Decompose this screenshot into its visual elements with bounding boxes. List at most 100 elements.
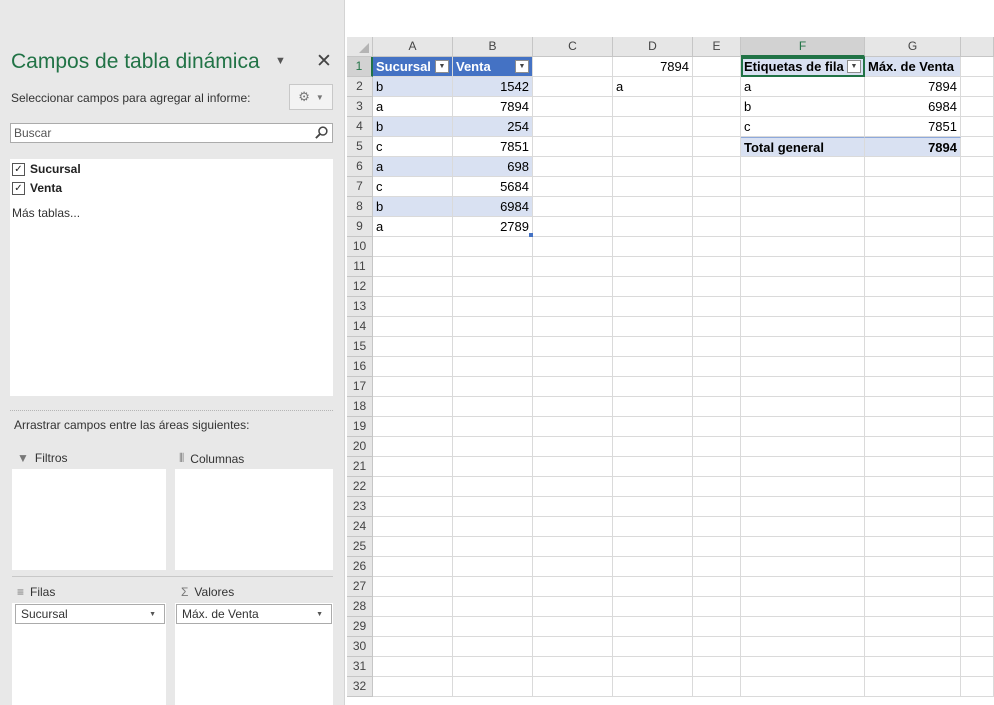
cell[interactable] (613, 317, 693, 337)
cell[interactable] (741, 557, 865, 577)
row-header-3[interactable]: 3 (347, 97, 373, 117)
cell[interactable] (865, 397, 961, 417)
cell[interactable] (741, 337, 865, 357)
cell[interactable] (741, 277, 865, 297)
table-cell[interactable]: a (373, 157, 453, 177)
cell[interactable] (453, 637, 533, 657)
cell[interactable] (693, 97, 741, 117)
more-tables-link[interactable]: Más tablas... (12, 206, 80, 220)
pivot-row-label[interactable]: b (741, 97, 865, 117)
cell[interactable] (373, 537, 453, 557)
cell[interactable] (533, 637, 613, 657)
cell[interactable] (961, 297, 994, 317)
worksheet[interactable]: A B C D E F G 1 Sucursal ▼ Venta ▼ 7894 Etiquetas de … (347, 37, 994, 705)
cell[interactable] (613, 237, 693, 257)
cell[interactable] (613, 617, 693, 637)
cell[interactable] (453, 377, 533, 397)
cell[interactable] (373, 297, 453, 317)
cell[interactable] (533, 617, 613, 637)
cell[interactable] (613, 537, 693, 557)
cell[interactable] (693, 257, 741, 277)
table-cell[interactable]: 1542 (453, 77, 533, 97)
cell[interactable] (741, 657, 865, 677)
pivot-row-value[interactable]: 7851 (865, 117, 961, 137)
search-input[interactable]: Buscar (10, 123, 333, 143)
pivot-row-value[interactable]: 6984 (865, 97, 961, 117)
cell[interactable] (453, 577, 533, 597)
cell[interactable] (741, 397, 865, 417)
row-header-2[interactable]: 2 (347, 77, 373, 97)
cell[interactable] (693, 617, 741, 637)
cell[interactable] (961, 117, 994, 137)
cell[interactable] (453, 317, 533, 337)
cell[interactable] (865, 157, 961, 177)
select-all-corner[interactable] (347, 37, 373, 57)
cell[interactable] (961, 617, 994, 637)
row-header-10[interactable]: 10 (347, 237, 373, 257)
cell[interactable] (693, 397, 741, 417)
cell[interactable] (533, 357, 613, 377)
cell[interactable] (613, 377, 693, 397)
cell[interactable] (865, 197, 961, 217)
pane-options-chevron-icon[interactable]: ▼ (275, 55, 286, 67)
cell[interactable] (961, 217, 994, 237)
cell[interactable] (693, 377, 741, 397)
cell[interactable] (613, 197, 693, 217)
cell[interactable] (373, 657, 453, 677)
cell[interactable] (373, 357, 453, 377)
cell[interactable] (693, 417, 741, 437)
cell[interactable] (865, 537, 961, 557)
cell[interactable] (613, 557, 693, 577)
cell[interactable] (693, 537, 741, 557)
field-sucursal[interactable]: ✓ Sucursal (12, 162, 81, 176)
cell[interactable] (865, 337, 961, 357)
row-header-17[interactable]: 17 (347, 377, 373, 397)
table-resize-handle[interactable] (529, 233, 533, 237)
cell[interactable] (961, 537, 994, 557)
cell[interactable] (533, 77, 613, 97)
pivot-grand-total-label[interactable]: Total general (741, 137, 865, 157)
cell[interactable] (961, 137, 994, 157)
row-header-5[interactable]: 5 (347, 137, 373, 157)
cell[interactable] (865, 277, 961, 297)
cell[interactable] (613, 517, 693, 537)
checkbox-checked-icon[interactable]: ✓ (12, 181, 25, 195)
cell[interactable] (693, 157, 741, 177)
cell[interactable] (693, 117, 741, 137)
cell[interactable] (693, 497, 741, 517)
cell[interactable] (373, 257, 453, 277)
cell[interactable] (613, 297, 693, 317)
cell[interactable] (741, 237, 865, 257)
cell[interactable] (865, 617, 961, 637)
cell[interactable] (961, 257, 994, 277)
cell[interactable] (373, 317, 453, 337)
cell[interactable] (693, 197, 741, 217)
cell[interactable] (373, 517, 453, 537)
cell[interactable] (961, 497, 994, 517)
cell[interactable] (865, 437, 961, 457)
cell[interactable] (741, 177, 865, 197)
cell[interactable] (741, 517, 865, 537)
cell[interactable] (961, 177, 994, 197)
cell-d2[interactable]: a (613, 77, 693, 97)
cell[interactable] (693, 297, 741, 317)
row-header-29[interactable]: 29 (347, 617, 373, 637)
cell[interactable] (741, 197, 865, 217)
cell[interactable] (533, 397, 613, 417)
cell[interactable] (453, 597, 533, 617)
cell[interactable] (961, 437, 994, 457)
row-header-22[interactable]: 22 (347, 477, 373, 497)
cell[interactable] (373, 637, 453, 657)
row-header-30[interactable]: 30 (347, 637, 373, 657)
cell[interactable] (533, 597, 613, 617)
cell[interactable] (961, 637, 994, 657)
cell[interactable] (373, 337, 453, 357)
cell[interactable] (533, 417, 613, 437)
cell[interactable] (693, 137, 741, 157)
table-cell[interactable]: 2789 (453, 217, 533, 237)
cell[interactable] (453, 677, 533, 697)
table-cell[interactable]: c (373, 177, 453, 197)
cell[interactable] (613, 337, 693, 357)
cell[interactable] (533, 657, 613, 677)
cell[interactable] (373, 397, 453, 417)
